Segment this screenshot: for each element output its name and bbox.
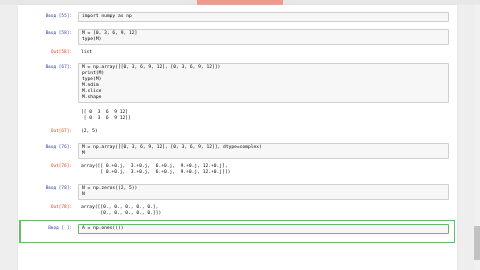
code-line: import numpy as np bbox=[82, 14, 132, 19]
code-editor[interactable]: M = np.array([[0, 3, 6, 9, 12], [0, 3, 6… bbox=[78, 63, 449, 103]
code-line[interactable]: A = np.ones(()) bbox=[82, 226, 445, 232]
input-prompt: Ввод [ ]: bbox=[48, 226, 72, 231]
input-prompt: Ввод [76]: bbox=[45, 145, 72, 150]
input-prompt: Ввод [67]: bbox=[45, 65, 72, 70]
code-editor[interactable]: M = np.array([[0, 3, 6, 9, 12], [0, 3, 6… bbox=[78, 143, 449, 159]
notebook-page: Ввод [55]: import numpy as np Ввод [58]:… bbox=[18, 5, 457, 270]
cell-output: array([[ 0.+0.j, 3.+0.j, 6.+0.j, 9.+0.j,… bbox=[81, 164, 449, 176]
cell-output: [[ 0 3 6 9 12] [ 0 3 6 9 12]] bbox=[81, 110, 449, 122]
output-prompt: Out[58]: bbox=[50, 50, 72, 55]
input-prompt: Ввод [78]: bbox=[45, 186, 72, 191]
code-line: M.shape bbox=[82, 95, 102, 100]
code-editor[interactable]: A = np.ones(()) bbox=[78, 224, 449, 234]
input-prompt: Ввод [58]: bbox=[45, 31, 72, 36]
output-line: list bbox=[81, 50, 93, 55]
scrollbar-thumb[interactable] bbox=[474, 226, 480, 260]
output-line: [0., 0., 0., 0., 0.]]) bbox=[81, 211, 162, 216]
code-line: N bbox=[82, 192, 85, 197]
code-line: type(M) bbox=[82, 37, 102, 42]
cell-output: array([[0., 0., 0., 0., 0.], [0., 0., 0.… bbox=[81, 205, 449, 217]
output-line: (2, 5) bbox=[81, 129, 98, 134]
output-prompt: Out[67]: bbox=[50, 129, 72, 134]
output-line: [ 0.+0.j, 3.+0.j, 6.+0.j, 9.+0.j, 12.+0.… bbox=[81, 170, 231, 175]
output-line: [ 0 3 6 9 12]] bbox=[81, 116, 131, 121]
output-prompt: Out[76]: bbox=[50, 164, 72, 169]
input-prompt: Ввод [55]: bbox=[45, 14, 72, 19]
code-editor[interactable]: N = np.zeros((2, 5)) N bbox=[78, 184, 449, 200]
code-editor[interactable]: import numpy as np bbox=[78, 12, 449, 22]
code-line: M bbox=[82, 151, 85, 156]
code-editor[interactable]: M = [0, 3, 6, 9, 12] type(M) bbox=[78, 29, 449, 45]
cell-output: (2, 5) bbox=[81, 129, 449, 135]
output-prompt: Out[78]: bbox=[50, 205, 72, 210]
cell-output: list bbox=[81, 50, 449, 56]
